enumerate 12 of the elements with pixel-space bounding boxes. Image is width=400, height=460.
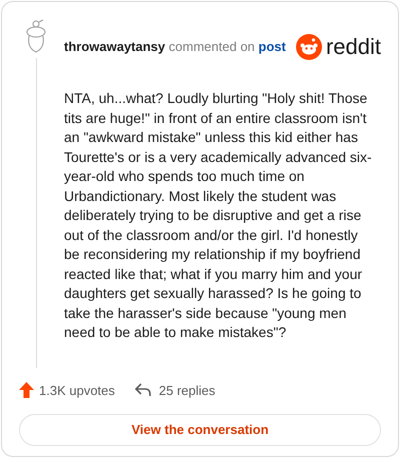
action-text: commented on — [168, 39, 255, 54]
avatar-icon — [25, 18, 47, 54]
logo-text: reddit — [326, 36, 381, 58]
username[interactable]: throwawaytansy — [64, 39, 166, 54]
upvote-icon[interactable] — [19, 382, 34, 398]
reply-icon[interactable] — [134, 383, 151, 398]
view-conversation-button[interactable]: View the conversation — [19, 414, 381, 446]
reply-count: 25 replies — [158, 382, 216, 400]
comment-body: NTA, uh...what? Loudly blurting "Holy shit! Those tits are huge!" in front of an entire classroom isn't an "awkward mistake" unless this kid either has Tourette's or is a very academically advanced six-year-old who spends too much time on Urbandictionary. Most likely the student was deliberately trying to be disruptive and get a rise out of the classroom and/or the girl. I'd honestly be reconsidering my relationship if my boyfriend reacted like that; what if you marry him and your daughters get sexually harassed? Is he going to take the harasser's side because "young men need to be able to make mistakes"? — [64, 89, 373, 342]
upvote-count: 1.3K upvotes — [39, 382, 115, 400]
reddit-logo-icon — [296, 34, 322, 60]
post-link[interactable]: post — [258, 39, 286, 54]
